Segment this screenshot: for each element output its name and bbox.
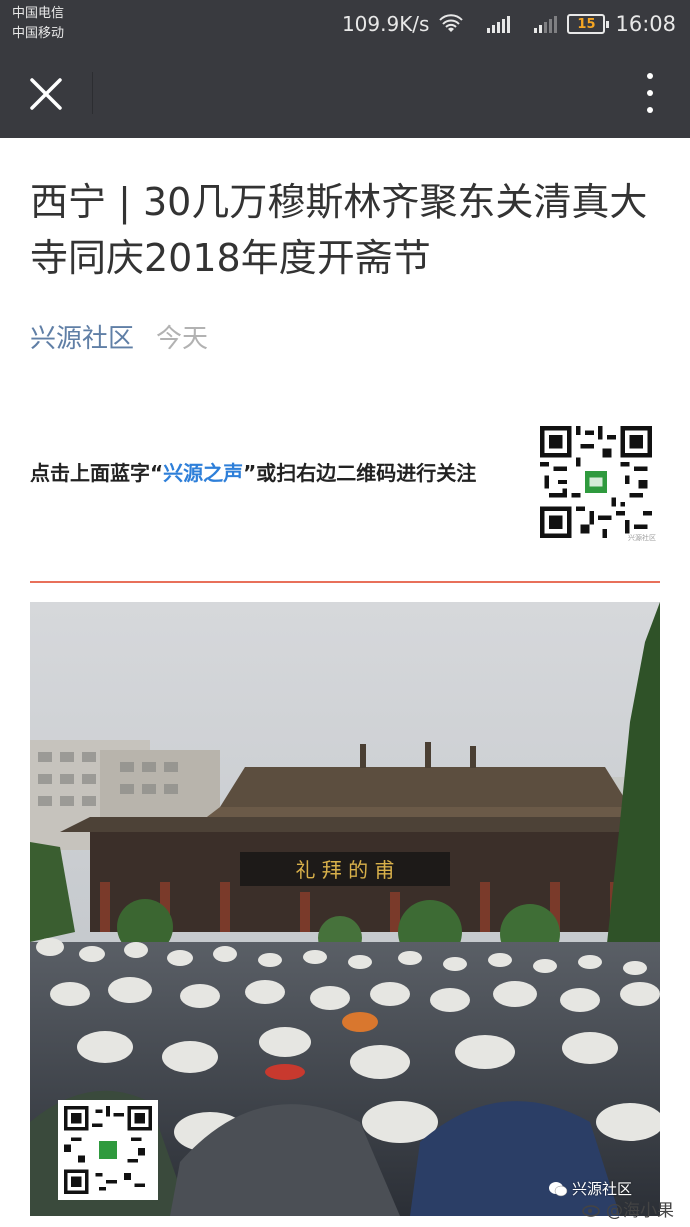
carrier-2: 中国移动 bbox=[12, 26, 65, 41]
close-icon bbox=[30, 78, 62, 110]
follow-suffix: ”或扫右边二维码进行关注 bbox=[243, 461, 477, 485]
qr-caption: 兴源社区 bbox=[628, 534, 656, 542]
battery-level: 15 bbox=[577, 16, 596, 32]
status-indicators: 109.9K/s 15 16:08 bbox=[342, 8, 676, 40]
signal-1-icon bbox=[487, 15, 511, 33]
network-speed: 109.9K/s bbox=[341, 12, 430, 36]
follow-highlight-link[interactable]: 兴源之声 bbox=[163, 461, 243, 485]
weibo-watermark: @海小果 bbox=[582, 1196, 674, 1221]
wechat-icon bbox=[549, 1181, 568, 1196]
follow-prefix: 点击上面蓝字“ bbox=[30, 461, 164, 485]
clock: 16:08 bbox=[615, 12, 676, 36]
weibo-watermark-text: @海小果 bbox=[606, 1201, 674, 1221]
more-options-button[interactable] bbox=[640, 68, 660, 118]
follow-instruction: 点击上面蓝字“兴源之声”或扫右边二维码进行关注 bbox=[30, 452, 530, 494]
carrier-1: 中国电信 bbox=[12, 6, 65, 21]
publish-date: 今天 bbox=[156, 323, 209, 354]
qr-code-image[interactable] bbox=[540, 426, 652, 538]
section-divider bbox=[30, 581, 660, 583]
close-button[interactable] bbox=[22, 70, 70, 118]
mosque-sign: 礼 拜 的 甫 bbox=[295, 858, 394, 882]
carrier-info: 中国电信 中国移动 bbox=[12, 4, 64, 44]
signal-2-icon bbox=[534, 15, 558, 33]
article-meta: 兴源社区 今天 bbox=[30, 314, 208, 358]
photo-qr-code bbox=[58, 1100, 158, 1200]
status-bar: 中国电信 中国移动 109.9K/s 15 16:08 bbox=[0, 0, 690, 48]
weibo-icon bbox=[582, 1204, 600, 1217]
wifi-icon bbox=[439, 14, 464, 32]
battery-icon: 15 bbox=[567, 14, 610, 34]
article-photo[interactable]: 礼 拜 的 甫 兴源社区 bbox=[30, 602, 660, 1216]
nav-divider bbox=[92, 72, 93, 114]
top-navigation-bar bbox=[0, 48, 690, 138]
article-title: 西宁 | 30几万穆斯林齐聚东关清真大寺同庆2018年度开斋节 bbox=[30, 180, 648, 280]
more-vertical-icon bbox=[647, 73, 653, 80]
account-name-link[interactable]: 兴源社区 bbox=[30, 318, 134, 355]
